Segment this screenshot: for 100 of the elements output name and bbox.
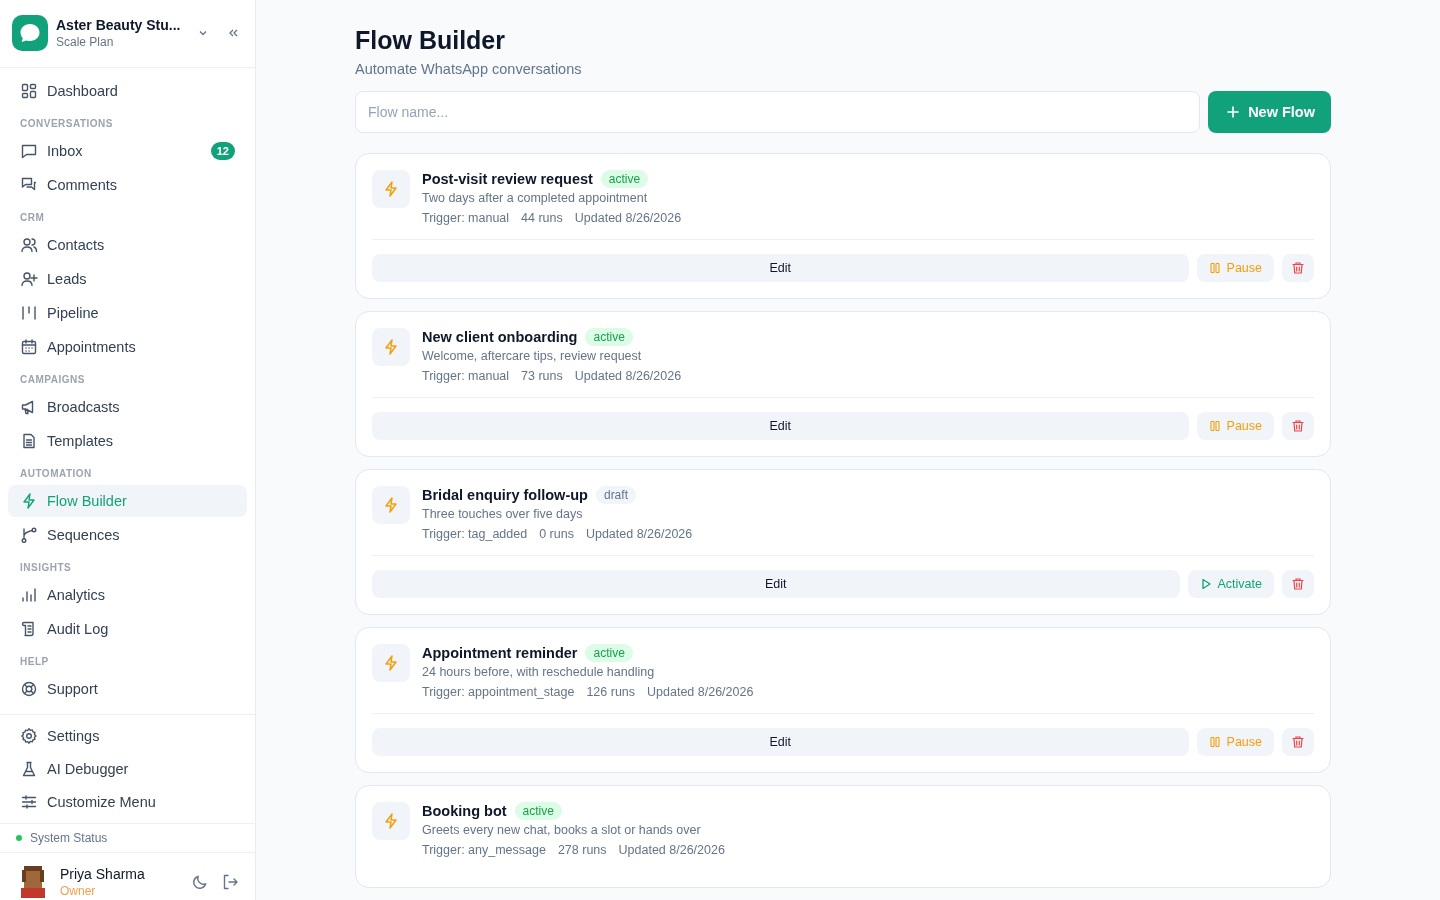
- plus-icon: [1226, 105, 1241, 119]
- run-count: 73 runs: [521, 369, 563, 383]
- flow-name: New client onboarding: [422, 329, 578, 345]
- trigger-label: Trigger: manual: [422, 211, 510, 225]
- workspace-name[interactable]: Aster Beauty Stu...: [56, 17, 189, 33]
- edit-button[interactable]: Edit: [372, 728, 1189, 756]
- lightning-icon: [372, 644, 410, 682]
- trigger-label: Trigger: manual: [422, 369, 510, 383]
- flask-icon: [20, 760, 38, 778]
- calendar-icon: [20, 338, 38, 356]
- flow-description: 24 hours before, with reschedule handling: [422, 665, 656, 679]
- unread-count: 12: [210, 142, 235, 160]
- section-label: AUTOMATION: [19, 467, 93, 481]
- edit-button[interactable]: Edit: [372, 254, 1189, 282]
- delete-button[interactable]: [1282, 728, 1314, 756]
- trash-icon: [1291, 261, 1305, 275]
- trash-icon: [1291, 735, 1305, 749]
- updated-date: Updated 8/26/2026: [618, 843, 725, 857]
- nav-item[interactable]: Support: [8, 673, 247, 705]
- grid-icon: [20, 82, 38, 100]
- lightning-icon: [372, 802, 410, 840]
- updated-date: Updated 8/26/2026: [574, 369, 682, 383]
- nav-item[interactable]: Analytics: [8, 579, 247, 611]
- status-badge: draft: [595, 486, 636, 504]
- pause-icon: [1208, 736, 1221, 748]
- status-badge: active: [585, 328, 633, 346]
- status-badge: active: [514, 802, 562, 820]
- chart-icon: [20, 586, 38, 604]
- run-count: 0 runs: [539, 527, 574, 541]
- chat-icon: [20, 142, 38, 160]
- lightning-icon: [372, 328, 410, 366]
- flow-name: Bridal enquiry follow-up: [422, 487, 588, 503]
- flow-description: Greets every new chat, books a slot or hands over: [422, 823, 702, 837]
- nav-item[interactable]: Customize Menu: [8, 786, 247, 818]
- nav-item[interactable]: Appointments: [8, 331, 247, 363]
- updated-date: Updated 8/26/2026: [647, 685, 754, 699]
- play-icon: [1199, 578, 1212, 590]
- edit-button[interactable]: Edit: [372, 412, 1189, 440]
- run-count: 126 runs: [586, 685, 636, 699]
- edit-button[interactable]: Edit: [372, 570, 1180, 598]
- support-icon: [20, 680, 38, 698]
- trigger-label: Trigger: any_message: [422, 843, 546, 857]
- nav-item[interactable]: Sequences: [8, 519, 247, 551]
- plan-label: Scale Plan: [56, 35, 115, 49]
- section-label: INSIGHTS: [19, 561, 73, 575]
- flow-name-field[interactable]: Flow name...: [355, 91, 1201, 133]
- nav-item[interactable]: Leads: [8, 263, 247, 295]
- people-icon: [20, 236, 38, 254]
- lightning-icon: [372, 486, 410, 524]
- logout-icon[interactable]: [221, 873, 239, 891]
- nav-item[interactable]: Settings: [8, 720, 247, 752]
- moon-icon[interactable]: [191, 873, 209, 891]
- delete-button[interactable]: [1282, 412, 1314, 440]
- nav-item[interactable]: Audit Log: [8, 613, 247, 645]
- flow-name: Post-visit review request: [422, 171, 593, 187]
- nav-item[interactable]: Contacts: [8, 229, 247, 261]
- page-subtitle: Automate WhatsApp conversations: [355, 61, 583, 77]
- avatar-icon: [18, 866, 48, 898]
- delete-button[interactable]: [1282, 570, 1314, 598]
- trigger-label: Trigger: appointment_stage: [422, 685, 575, 699]
- run-count: 44 runs: [521, 211, 563, 225]
- nav-item[interactable]: Templates: [8, 425, 247, 457]
- section-label: HELP: [19, 655, 50, 669]
- document-icon: [20, 432, 38, 450]
- updated-date: Updated 8/26/2026: [574, 211, 682, 225]
- user-role: Owner: [60, 884, 97, 898]
- system-status-link[interactable]: System Status: [30, 831, 108, 845]
- branch-icon: [20, 526, 38, 544]
- delete-button[interactable]: [1282, 254, 1314, 282]
- user-name: Priya Sharma: [60, 866, 146, 882]
- section-label: CRM: [19, 211, 46, 225]
- nav-item[interactable]: Dashboard: [8, 75, 247, 107]
- pause-icon: [1208, 262, 1221, 274]
- flow-name: Booking bot: [422, 803, 507, 819]
- nav-item[interactable]: Broadcasts: [8, 391, 247, 423]
- flow-name: Appointment reminder: [422, 645, 578, 661]
- trash-icon: [1291, 577, 1305, 591]
- trash-icon: [1291, 419, 1305, 433]
- sliders-icon: [20, 793, 38, 811]
- flow-description: Three touches over five days: [422, 507, 584, 521]
- trigger-label: Trigger: tag_added: [422, 527, 528, 541]
- lightning-icon: [372, 170, 410, 208]
- nav-item[interactable]: Inbox 12: [8, 135, 247, 167]
- settings-icon: [20, 727, 38, 745]
- pause-icon: [1208, 420, 1221, 432]
- nav-item[interactable]: Comments: [8, 169, 247, 201]
- nav-item[interactable]: AI Debugger: [8, 753, 247, 785]
- flow-description: Two days after a completed appointment: [422, 191, 649, 205]
- updated-date: Updated 8/26/2026: [585, 527, 693, 541]
- person-plus-icon: [20, 270, 38, 288]
- page-title: Flow Builder: [355, 26, 506, 55]
- status-badge: active: [600, 170, 649, 188]
- chat-logo-icon: [12, 15, 48, 51]
- run-count: 278 runs: [557, 843, 607, 857]
- collapse-icon[interactable]: [227, 27, 239, 39]
- section-label: CONVERSATIONS: [19, 117, 114, 131]
- nav-item[interactable]: Pipeline: [8, 297, 247, 329]
- flow-description: Welcome, aftercare tips, review request: [422, 349, 643, 363]
- status-badge: active: [585, 644, 633, 662]
- bars-icon: [20, 304, 38, 322]
